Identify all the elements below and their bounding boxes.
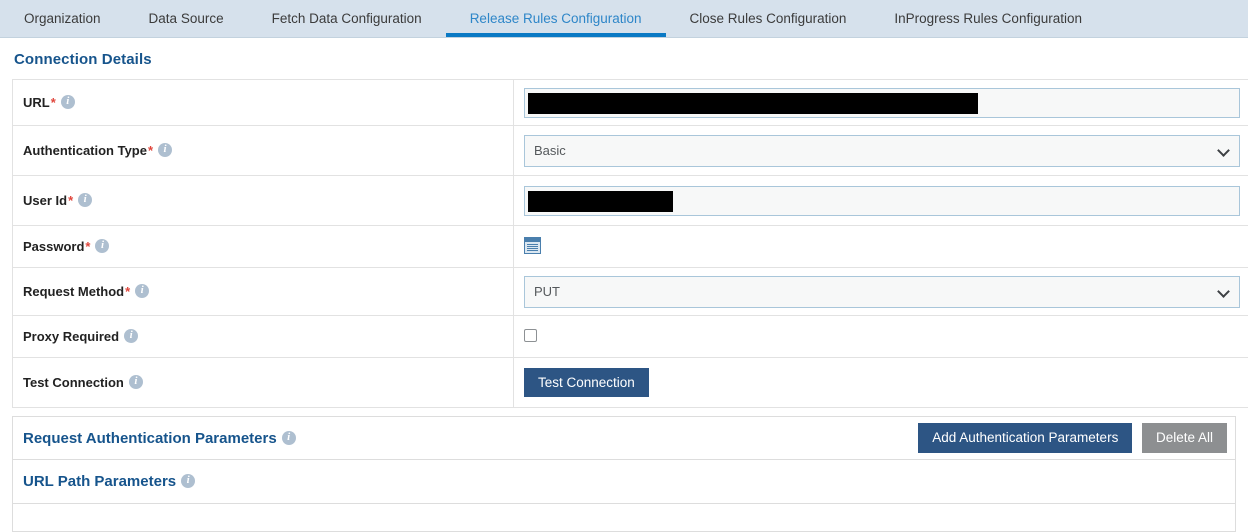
- section-title-text: Request Authentication Parameters: [23, 430, 277, 447]
- tab-close-rules-configuration[interactable]: Close Rules Configuration: [666, 0, 871, 37]
- url-path-parameters-section: URL Path Parameters: [12, 460, 1236, 504]
- delete-all-button[interactable]: Delete All: [1142, 423, 1227, 453]
- test-connection-label-cell: Test Connection: [13, 358, 514, 408]
- request-method-label-cell: Request Method*: [13, 268, 514, 316]
- proxy-required-label-cell: Proxy Required: [13, 316, 514, 358]
- required-asterisk: *: [68, 193, 73, 208]
- password-list-icon[interactable]: [524, 237, 541, 254]
- icon-line: [527, 248, 538, 249]
- info-icon[interactable]: [282, 431, 296, 445]
- info-icon[interactable]: [78, 193, 92, 207]
- user-id-label: User Id: [23, 193, 67, 208]
- tab-label: Data Source: [149, 11, 224, 26]
- request-method-select[interactable]: PUT: [524, 276, 1240, 308]
- connection-details-heading: Connection Details: [0, 38, 1248, 79]
- test-connection-label: Test Connection: [23, 375, 124, 390]
- info-icon[interactable]: [135, 284, 149, 298]
- url-field-cell: [514, 80, 1248, 126]
- test-connection-field-cell: Test Connection: [514, 358, 1248, 408]
- section-title-text: Connection Details: [14, 51, 152, 68]
- password-label: Password: [23, 239, 84, 254]
- icon-line: [527, 250, 538, 251]
- chevron-down-icon: [1219, 145, 1230, 156]
- request-method-field-cell: PUT: [514, 268, 1248, 316]
- icon-line: [527, 246, 538, 247]
- tab-label: Close Rules Configuration: [690, 11, 847, 26]
- required-asterisk: *: [51, 95, 56, 110]
- authentication-type-value: Basic: [534, 143, 566, 158]
- proxy-required-label: Proxy Required: [23, 329, 119, 344]
- request-method-value: PUT: [534, 284, 560, 299]
- redaction-bar: [528, 191, 673, 212]
- url-input[interactable]: [524, 88, 1240, 118]
- tab-label: Release Rules Configuration: [470, 11, 642, 26]
- required-asterisk: *: [148, 143, 153, 158]
- table-row: Password*: [13, 226, 1248, 268]
- tab-label: InProgress Rules Configuration: [894, 11, 1082, 26]
- connection-details-table: URL* Authentication Type* Basic: [12, 79, 1248, 408]
- password-field-cell: [514, 226, 1248, 268]
- tab-label: Fetch Data Configuration: [272, 11, 422, 26]
- request-authentication-parameters-section: Request Authentication Parameters Add Au…: [12, 416, 1236, 460]
- chevron-down-icon: [1219, 286, 1230, 297]
- request-method-label: Request Method: [23, 284, 124, 299]
- tab-organization[interactable]: Organization: [0, 0, 125, 37]
- info-icon[interactable]: [124, 329, 138, 343]
- proxy-required-checkbox[interactable]: [524, 329, 537, 342]
- request-authentication-parameters-actions: Add Authentication Parameters Delete All: [912, 423, 1227, 453]
- authentication-type-field-cell: Basic: [514, 126, 1248, 176]
- table-row: User Id*: [13, 176, 1248, 226]
- info-icon[interactable]: [158, 143, 172, 157]
- proxy-required-field-cell: [514, 316, 1248, 358]
- test-connection-button[interactable]: Test Connection: [524, 368, 649, 398]
- user-id-input[interactable]: [524, 186, 1240, 216]
- url-path-parameters-body: [12, 504, 1236, 532]
- authentication-type-label: Authentication Type: [23, 143, 147, 158]
- icon-bar: [525, 238, 540, 242]
- required-asterisk: *: [85, 239, 90, 254]
- request-authentication-parameters-heading: Request Authentication Parameters: [23, 430, 296, 447]
- tab-fetch-data-configuration[interactable]: Fetch Data Configuration: [248, 0, 446, 37]
- info-icon[interactable]: [61, 95, 75, 109]
- authentication-type-select[interactable]: Basic: [524, 135, 1240, 167]
- table-row: Request Method* PUT: [13, 268, 1248, 316]
- table-row: Authentication Type* Basic: [13, 126, 1248, 176]
- add-authentication-parameters-button[interactable]: Add Authentication Parameters: [918, 423, 1132, 453]
- url-label: URL: [23, 95, 50, 110]
- redaction-bar: [528, 93, 978, 114]
- section-title-text: URL Path Parameters: [23, 473, 176, 490]
- authentication-type-label-cell: Authentication Type*: [13, 126, 514, 176]
- user-id-label-cell: User Id*: [13, 176, 514, 226]
- password-label-cell: Password*: [13, 226, 514, 268]
- required-asterisk: *: [125, 284, 130, 299]
- table-row: URL*: [13, 80, 1248, 126]
- tab-label: Organization: [24, 11, 101, 26]
- info-icon[interactable]: [95, 239, 109, 253]
- icon-line: [527, 244, 538, 245]
- info-icon[interactable]: [181, 474, 195, 488]
- info-icon[interactable]: [129, 375, 143, 389]
- url-path-parameters-heading: URL Path Parameters: [23, 473, 195, 490]
- tab-release-rules-configuration[interactable]: Release Rules Configuration: [446, 0, 666, 37]
- url-label-cell: URL*: [13, 80, 514, 126]
- tab-inprogress-rules-configuration[interactable]: InProgress Rules Configuration: [870, 0, 1106, 37]
- table-row: Test Connection Test Connection: [13, 358, 1248, 408]
- connection-details-panel: Connection Details URL* Authentication T…: [0, 38, 1248, 532]
- tab-bar: Organization Data Source Fetch Data Conf…: [0, 0, 1248, 38]
- user-id-field-cell: [514, 176, 1248, 226]
- tab-data-source[interactable]: Data Source: [125, 0, 248, 37]
- table-row: Proxy Required: [13, 316, 1248, 358]
- spacer: [0, 408, 1248, 416]
